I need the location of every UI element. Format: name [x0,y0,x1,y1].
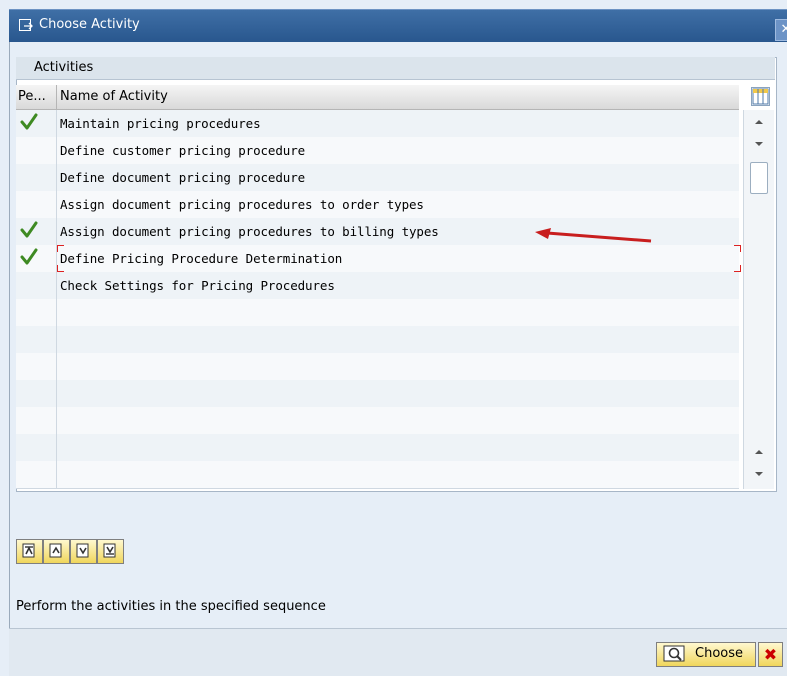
performed-cell [16,353,57,380]
last-page-icon [103,543,116,558]
cancel-button[interactable]: ✖ [758,642,783,667]
performed-cell [16,461,57,488]
table-row[interactable] [16,380,739,408]
scroll-page-up-icon[interactable] [752,446,766,458]
performed-cell [16,191,57,218]
activity-name: Define document pricing procedure [60,170,306,185]
table-rows: Maintain pricing procedures Define custom… [16,110,739,489]
table-row[interactable]: Define document pricing procedure [16,164,739,192]
window-title: Choose Activity [39,17,140,32]
close-window-button[interactable]: ✕ [775,19,787,41]
scroll-page-down-icon[interactable] [752,468,766,480]
selection-corner [734,265,741,272]
column-header-name[interactable]: Name of Activity [60,89,168,104]
column-header-performed[interactable]: Pe... [16,89,58,104]
table-title-bar: Activities [16,57,775,80]
table-settings-icon[interactable] [751,87,770,106]
choose-activity-dialog: Choose Activity ✕ Activities Pe... Name … [0,0,787,676]
selection-corner [57,245,64,252]
performed-cell [16,380,57,407]
checkmark-icon [20,248,38,265]
scroll-up-icon[interactable] [752,116,766,128]
vertical-scrollbar[interactable] [743,110,774,489]
table-row[interactable] [16,407,739,435]
table-row[interactable] [16,326,739,354]
performed-cell [16,407,57,434]
previous-activity-button[interactable] [43,539,70,564]
choose-button-label: Choose [695,646,743,661]
table-row[interactable]: Define customer pricing procedure [16,137,739,165]
performed-cell [16,299,57,326]
performed-cell [16,218,57,245]
activity-name: Assign document pricing procedures to or… [60,197,424,212]
choose-magnifier-icon [663,645,685,662]
checkmark-icon [20,113,38,130]
table-row[interactable]: Maintain pricing procedures [16,110,739,138]
next-activity-button[interactable] [70,539,97,564]
performed-cell [16,164,57,191]
activity-name: Maintain pricing procedures [60,116,261,131]
title-bar: Choose Activity ✕ [9,9,787,43]
activity-name: Define Pricing Procedure Determination [60,251,343,266]
last-activity-button[interactable] [97,539,124,564]
window-menu-icon[interactable] [19,19,33,33]
first-page-icon [22,543,35,558]
performed-cell [16,326,57,353]
checkmark-icon [20,221,38,238]
performed-cell [16,434,57,461]
performed-cell [16,137,57,164]
previous-page-icon [49,543,62,558]
performed-cell [16,245,57,272]
red-arrow-annotation [535,228,652,243]
performed-cell [16,272,57,299]
activity-name: Check Settings for Pricing Procedures [60,278,335,293]
table-row[interactable] [16,353,739,381]
performed-cell [16,110,57,137]
choose-button[interactable]: Choose [656,642,756,667]
activity-name: Assign document pricing procedures to bi… [60,224,439,239]
selection-corner [734,245,741,252]
table-row[interactable]: Check Settings for Pricing Procedures [16,272,739,300]
scroll-down-icon[interactable] [752,138,766,150]
table-row[interactable]: Define Pricing Procedure Determination [16,245,739,273]
table-header: Pe... Name of Activity [16,85,739,110]
next-page-icon [76,543,89,558]
instruction-text: Perform the activities in the specified … [16,599,326,614]
table-row[interactable] [16,434,739,462]
table-row[interactable] [16,299,739,327]
table-row[interactable]: Assign document pricing procedures to or… [16,191,739,219]
activity-name: Define customer pricing procedure [60,143,306,158]
selection-corner [57,265,64,272]
table-row[interactable] [16,461,739,489]
scroll-thumb[interactable] [750,162,768,194]
column-separator[interactable] [56,85,57,109]
first-activity-button[interactable] [16,539,43,564]
table-title: Activities [34,60,94,75]
